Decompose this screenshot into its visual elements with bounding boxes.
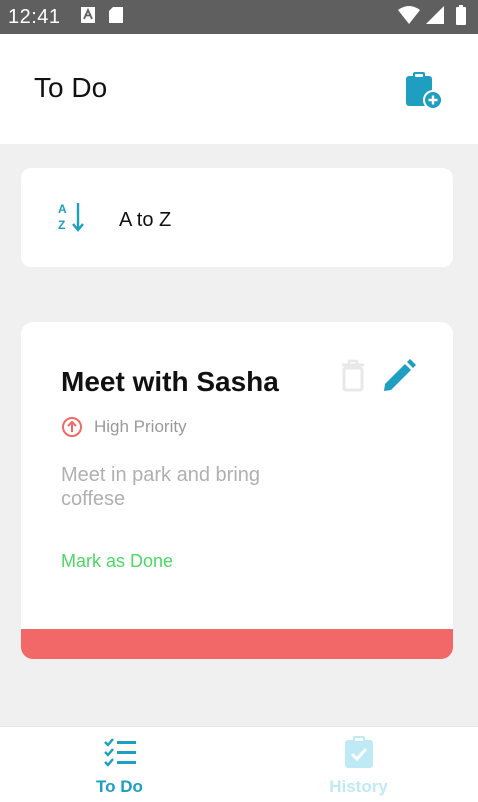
system-icons — [398, 0, 466, 34]
task-card: Meet with Sasha High Priority Meet in pa… — [21, 322, 453, 659]
svg-text:Z: Z — [58, 218, 65, 232]
task-description: Meet in park and bring coffese — [61, 464, 261, 510]
cell-signal-icon — [426, 5, 444, 29]
priority-label: High Priority — [94, 417, 187, 436]
priority-indicator: High Priority — [61, 416, 187, 438]
clipboard-check-icon — [344, 736, 373, 768]
priority-color-strip — [21, 629, 453, 659]
notification-icons — [80, 6, 123, 28]
battery-icon — [456, 4, 466, 30]
arrow-up-circle-icon — [62, 417, 82, 437]
edit-button[interactable] — [381, 358, 417, 394]
wifi-icon — [398, 5, 420, 29]
task-title: Meet with Sasha — [61, 366, 279, 397]
sort-alphabetical-icon: A Z — [58, 202, 84, 232]
checklist-icon — [103, 738, 136, 767]
page-title: To Do — [34, 72, 108, 103]
delete-button[interactable] — [339, 358, 367, 394]
svg-text:A: A — [58, 202, 67, 216]
tab-history-label: History — [329, 777, 388, 796]
autofill-notification-icon — [80, 6, 95, 28]
sd-card-icon — [108, 6, 123, 28]
mark-as-done-button[interactable]: Mark as Done — [61, 551, 173, 572]
tab-todo-label: To Do — [96, 777, 143, 796]
tab-todo[interactable]: To Do — [0, 727, 239, 802]
status-bar: 12:41 — [0, 0, 478, 34]
bottom-navigation: To Do History — [0, 726, 478, 802]
trash-icon — [342, 359, 364, 392]
status-time: 12:41 — [8, 5, 61, 28]
sort-selector[interactable]: A Z A to Z — [21, 168, 453, 267]
clipboard-add-icon — [406, 72, 443, 110]
tab-history[interactable]: History — [239, 727, 478, 802]
add-task-button[interactable] — [404, 70, 444, 112]
pencil-icon — [384, 359, 416, 391]
sort-label: A to Z — [119, 209, 172, 231]
